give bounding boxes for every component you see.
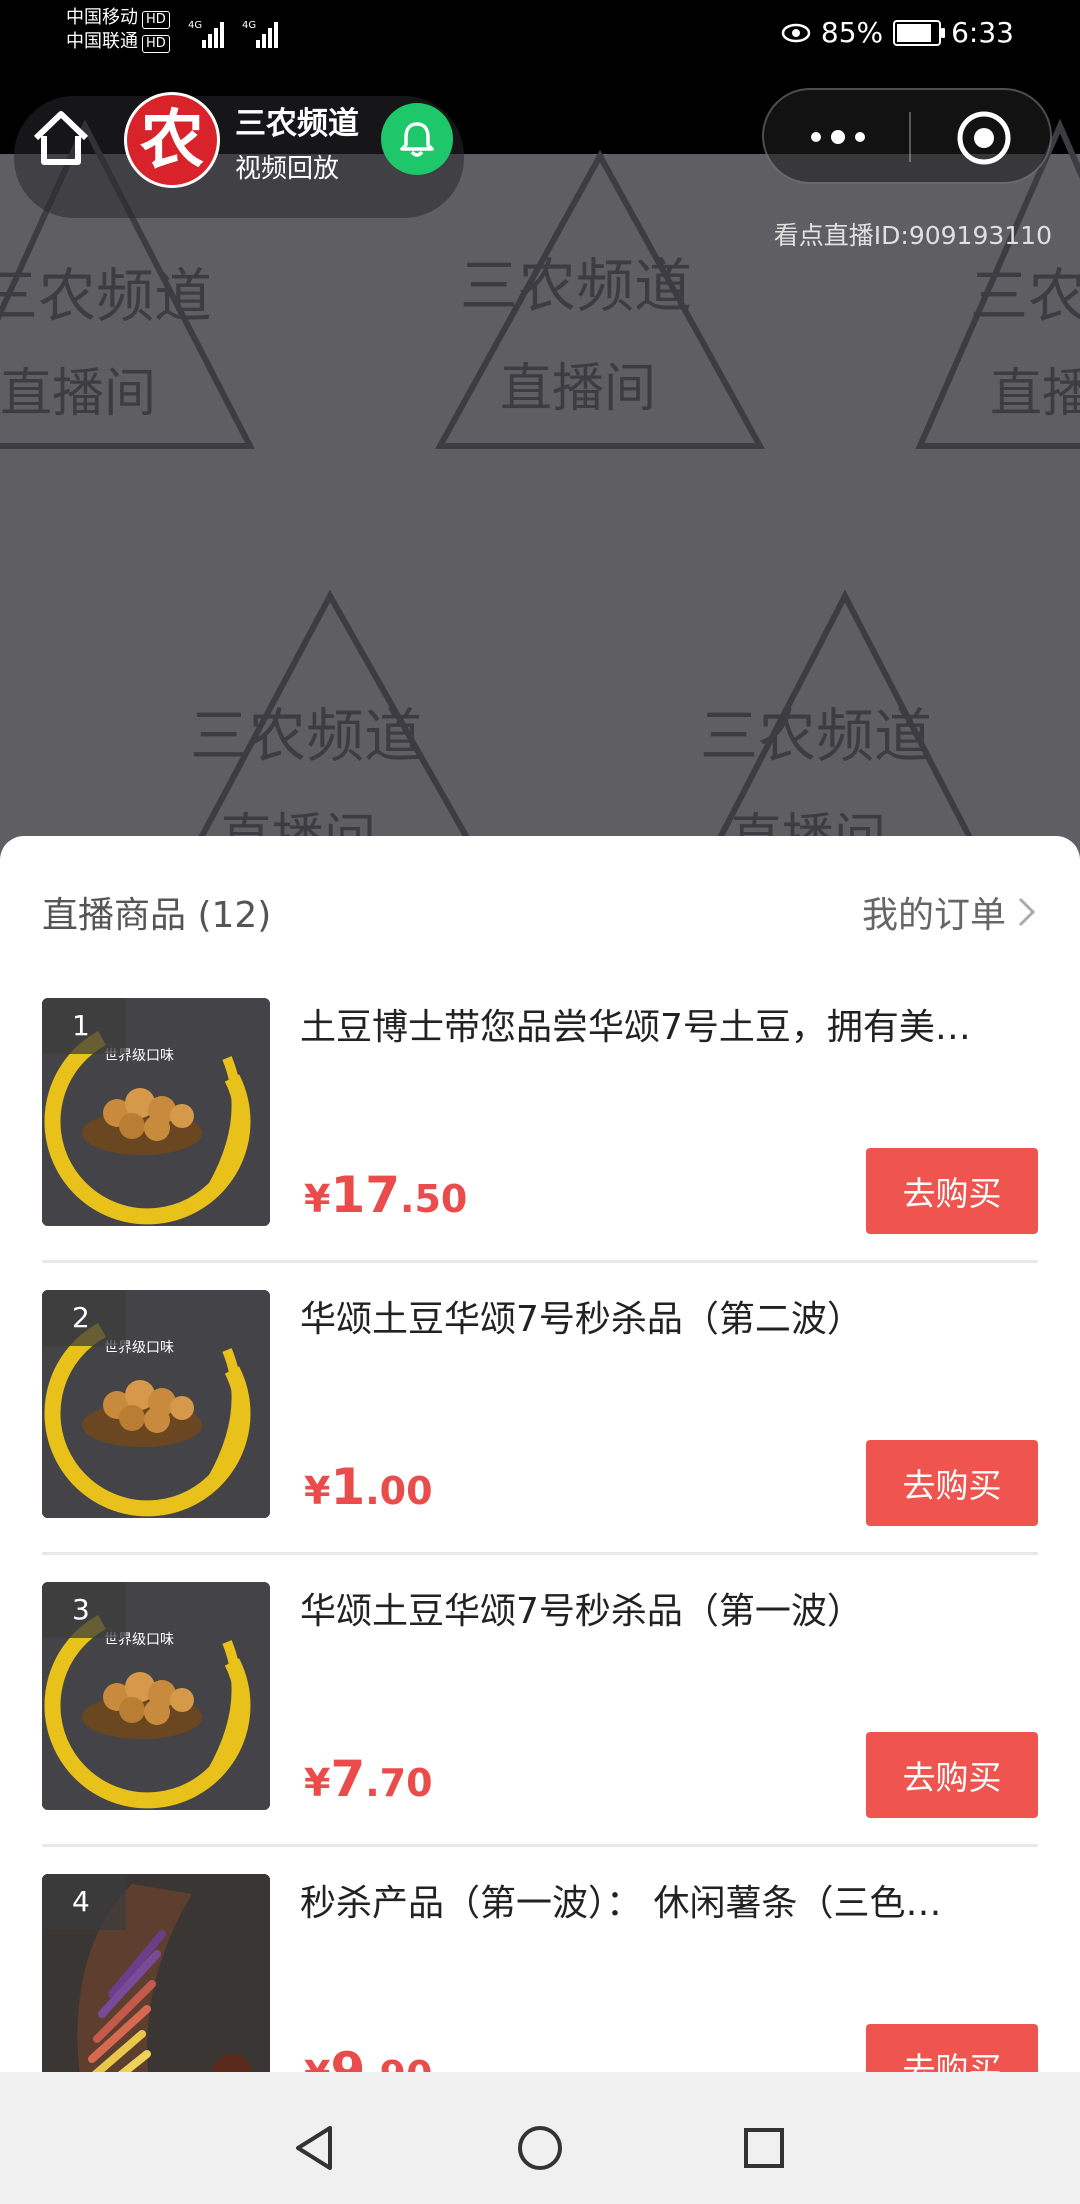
buy-button[interactable]: 去购买: [866, 1732, 1038, 1818]
buy-button[interactable]: 去购买: [866, 1440, 1038, 1526]
more-dots-icon[interactable]: [808, 122, 868, 152]
recents-square-icon[interactable]: [736, 2120, 792, 2176]
bell-icon: [400, 122, 434, 157]
my-orders-link[interactable]: 我的订单: [862, 886, 1038, 938]
svg-text:三农频道: 三农频道: [700, 702, 932, 770]
back-triangle-icon[interactable]: [286, 2120, 342, 2176]
channel-name[interactable]: 三农频道: [235, 98, 359, 143]
product-item[interactable]: 世界级口味 2 华颂土豆华颂7号秒杀品（第二波） ¥1.00 去购买: [42, 1290, 1038, 1582]
price-decimal: .70: [365, 1761, 433, 1805]
product-index: 1: [42, 998, 126, 1054]
item-divider: [42, 1552, 1038, 1555]
live-id: 看点直播ID:909193110: [773, 221, 1052, 250]
battery-percent: 85%: [820, 16, 884, 49]
replay-label: 视频回放: [235, 154, 340, 184]
product-thumbnail[interactable]: 世界级口味 1: [42, 998, 270, 1226]
price-decimal: .90: [365, 2053, 432, 2072]
status-bar: 中国移动 HD 中国联通 HD 4G 4G 85% 6:33: [0, 0, 1080, 66]
clock: 6:33: [951, 16, 1014, 49]
price-decimal: .00: [365, 1469, 433, 1513]
buy-button[interactable]: 去购买: [866, 1148, 1038, 1234]
signal-icon: 4G 4G: [188, 20, 278, 48]
capsule-separator: [909, 112, 911, 162]
product-price: ¥17.50: [304, 1166, 467, 1224]
system-nav-bar: [0, 2092, 1080, 2204]
product-item[interactable]: 4 秒杀产品（第一波）： 休闲薯条（三色… ¥9.90 去购买: [42, 1874, 1038, 2072]
price-integer: 17: [330, 1166, 401, 1224]
product-thumbnail[interactable]: 世界级口味 3: [42, 1582, 270, 1810]
price-integer: 7: [330, 1750, 366, 1808]
product-sheet: 直播商品 (12) 我的订单 世界级口味 1 土豆博士带您品尝华颂7号土豆，拥有…: [0, 836, 1080, 2072]
product-index: 4: [42, 1874, 126, 1930]
home-icon[interactable]: [26, 104, 96, 174]
product-name[interactable]: 秒杀产品（第一波）： 休闲薯条（三色…: [300, 1878, 1038, 1930]
product-price: ¥7.70: [304, 1750, 433, 1808]
price-decimal: .50: [400, 1177, 468, 1221]
product-price: ¥9.90: [304, 2042, 433, 2072]
hd-badge: HD: [142, 11, 170, 29]
price-integer: 9: [330, 2042, 366, 2072]
svg-text:三农频道: 三农频道: [0, 262, 212, 330]
price-currency: ¥: [304, 2053, 330, 2072]
item-divider: [42, 1260, 1038, 1263]
svg-text:4G: 4G: [242, 20, 256, 31]
sheet-title: 直播商品 (12): [42, 895, 272, 936]
product-price: ¥1.00: [304, 1458, 433, 1516]
subscribe-bell-button[interactable]: [381, 103, 453, 175]
svg-text:直播间: 直播间: [0, 364, 156, 424]
miniprogram-capsule: [762, 88, 1052, 184]
item-divider: [42, 1844, 1038, 1847]
status-right: 85% 6:33: [781, 14, 1014, 52]
svg-text:4G: 4G: [188, 20, 202, 31]
product-index: 3: [42, 1582, 126, 1638]
chevron-right-icon: [1018, 897, 1036, 927]
svg-text:三农频道: 三农频道: [190, 702, 422, 770]
carrier-info: 中国移动 HD 中国联通 HD: [66, 6, 170, 54]
product-item[interactable]: 世界级口味 1 土豆博士带您品尝华颂7号土豆，拥有美… ¥17.50 去购买: [42, 998, 1038, 1290]
price-currency: ¥: [304, 1469, 331, 1513]
product-thumbnail[interactable]: 4: [42, 1874, 270, 2072]
hd-badge: HD: [142, 35, 170, 53]
price-integer: 1: [330, 1458, 366, 1516]
price-currency: ¥: [304, 1761, 331, 1805]
carrier-1: 中国移动: [66, 7, 138, 28]
product-name[interactable]: 华颂土豆华颂7号秒杀品（第一波）: [300, 1586, 1038, 1638]
svg-text:直播间: 直播间: [990, 364, 1080, 424]
svg-text:三农频道: 三农频道: [970, 262, 1080, 330]
svg-text:三农频道: 三农频道: [460, 252, 692, 320]
target-icon[interactable]: [956, 110, 1012, 166]
product-item[interactable]: 世界级口味 3 华颂土豆华颂7号秒杀品（第一波） ¥7.70 去购买: [42, 1582, 1038, 1874]
buy-button[interactable]: 去购买: [866, 2024, 1038, 2072]
price-currency: ¥: [304, 1177, 331, 1221]
home-circle-icon[interactable]: [512, 2120, 568, 2176]
product-name[interactable]: 土豆博士带您品尝华颂7号土豆，拥有美…: [300, 1002, 1038, 1054]
eye-icon: [781, 23, 811, 43]
product-thumbnail[interactable]: 世界级口味 2: [42, 1290, 270, 1518]
my-orders-label: 我的订单: [861, 895, 1006, 936]
battery-icon: [893, 20, 946, 46]
channel-logo[interactable]: 农: [124, 92, 220, 188]
product-name[interactable]: 华颂土豆华颂7号秒杀品（第二波）: [300, 1294, 1038, 1346]
svg-text:直播间: 直播间: [500, 359, 656, 419]
carrier-2: 中国联通: [66, 31, 138, 52]
product-index: 2: [42, 1290, 126, 1346]
